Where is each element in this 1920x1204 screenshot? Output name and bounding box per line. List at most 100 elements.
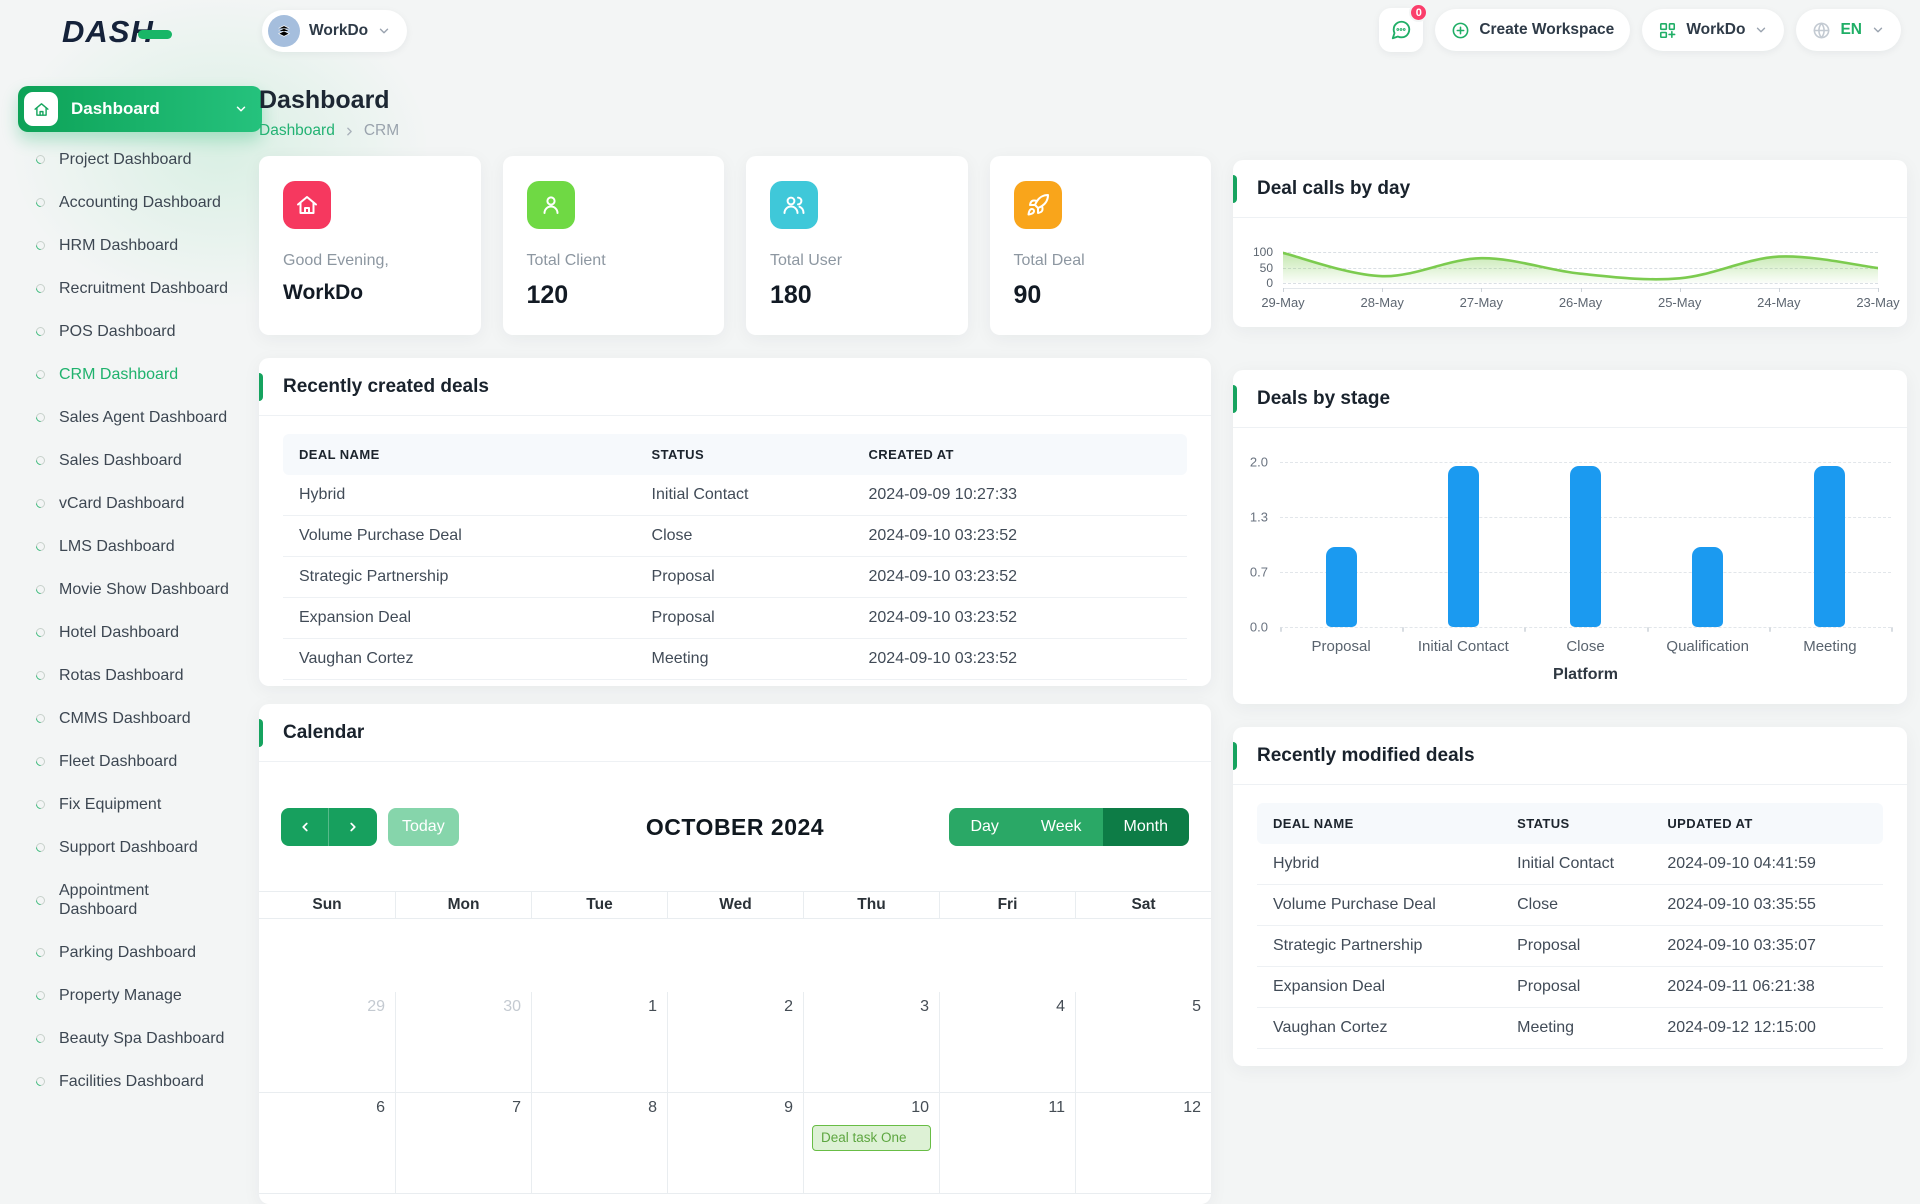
sidebar-item-sales-dashboard[interactable]: Sales Dashboard — [18, 439, 262, 482]
user-icon — [527, 181, 575, 229]
table-row: HybridInitial Contact2024-09-10 04:41:59 — [1257, 844, 1883, 885]
calendar-view-week[interactable]: Week — [1020, 808, 1103, 846]
sidebar-item-label: CMMS Dashboard — [59, 709, 191, 728]
globe-icon — [1812, 21, 1831, 40]
stat-card-greeting: Good Evening,WorkDo — [259, 156, 481, 335]
recently-created-deals-table: DEAL NAMESTATUSCREATED ATHybridInitial C… — [283, 434, 1187, 680]
calendar-day-4[interactable]: 4 — [939, 992, 1075, 1093]
language-selector[interactable]: EN — [1796, 9, 1901, 51]
calendar-day-9[interactable]: 9 — [667, 1093, 803, 1194]
table-cell: Hybrid — [283, 475, 636, 516]
gridline — [1280, 627, 1891, 628]
day-number: 29 — [269, 998, 385, 1016]
card-header: Deals by stage — [1233, 370, 1907, 428]
calendar-day-2[interactable]: 2 — [667, 992, 803, 1093]
bullet-icon — [34, 1075, 47, 1088]
calendar-event[interactable]: Deal task One — [812, 1125, 931, 1151]
card-accent-bar — [1233, 385, 1237, 413]
messages-button[interactable]: 0 — [1379, 8, 1423, 52]
axis-tick — [1878, 288, 1879, 292]
calendar-day-3[interactable]: 3 — [803, 992, 939, 1093]
sidebar-header-label: Dashboard — [71, 99, 160, 119]
sidebar-item-movie-show-dashboard[interactable]: Movie Show Dashboard — [18, 568, 262, 611]
home-icon — [24, 92, 58, 126]
topbar-actions: 0 Create Workspace WorkDo EN — [1379, 8, 1901, 52]
card-header: Deal calls by day — [1233, 160, 1907, 218]
sidebar-item-crm-dashboard[interactable]: CRM Dashboard — [18, 353, 262, 396]
table-cell: Initial Contact — [1501, 844, 1651, 885]
breadcrumb-root-link[interactable]: Dashboard — [259, 122, 335, 140]
column-header: DEAL NAME — [283, 434, 636, 475]
workspace-selector[interactable]: WorkDo — [262, 10, 407, 52]
weekday-header: Mon — [395, 891, 531, 919]
sidebar-item-cmms-dashboard[interactable]: CMMS Dashboard — [18, 697, 262, 740]
x-axis-label: 28-May — [1360, 295, 1403, 310]
day-number: 4 — [950, 998, 1065, 1016]
day-number: 11 — [950, 1099, 1065, 1117]
bullet-icon — [34, 712, 47, 725]
sidebar-item-fleet-dashboard[interactable]: Fleet Dashboard — [18, 740, 262, 783]
sidebar-item-hotel-dashboard[interactable]: Hotel Dashboard — [18, 611, 262, 654]
sidebar-item-project-dashboard[interactable]: Project Dashboard — [18, 138, 262, 181]
sidebar-item-rotas-dashboard[interactable]: Rotas Dashboard — [18, 654, 262, 697]
sidebar-item-support-dashboard[interactable]: Support Dashboard — [18, 826, 262, 869]
y-axis-label: 1.3 — [1250, 510, 1268, 525]
app-logo[interactable]: DASH — [62, 14, 172, 50]
calendar-day-11[interactable]: 11 — [939, 1093, 1075, 1194]
sidebar-item-beauty-spa-dashboard[interactable]: Beauty Spa Dashboard — [18, 1017, 262, 1060]
calendar-view-day[interactable]: Day — [949, 808, 1019, 846]
topbar: DASH WorkDo 0 Create Workspace — [0, 0, 1920, 62]
sidebar-item-vcard-dashboard[interactable]: vCard Dashboard — [18, 482, 262, 525]
bullet-icon — [34, 1032, 47, 1045]
stat-cards-row: Good Evening,WorkDoTotal Client120Total … — [259, 156, 1211, 327]
bullet-icon — [34, 540, 47, 553]
calendar-day-30[interactable]: 30 — [395, 992, 531, 1093]
calendar-day-10[interactable]: 10Deal task One — [803, 1093, 939, 1194]
chevron-down-icon — [377, 24, 391, 38]
sidebar-item-lms-dashboard[interactable]: LMS Dashboard — [18, 525, 262, 568]
sidebar-item-label: Movie Show Dashboard — [59, 580, 229, 599]
sidebar-item-facilities-dashboard[interactable]: Facilities Dashboard — [18, 1060, 262, 1103]
table-cell: Meeting — [636, 639, 853, 680]
card-header: Recently modified deals — [1233, 727, 1907, 785]
card-title: Deal calls by day — [1257, 178, 1410, 200]
table-cell: 2024-09-11 06:21:38 — [1651, 967, 1883, 1008]
calendar-day-29[interactable]: 29 — [259, 992, 395, 1093]
sidebar-item-appointment-dashboard[interactable]: Appointment Dashboard — [18, 869, 262, 931]
sidebar-item-property-manage[interactable]: Property Manage — [18, 974, 262, 1017]
sidebar-item-pos-dashboard[interactable]: POS Dashboard — [18, 310, 262, 353]
sidebar-item-recruitment-dashboard[interactable]: Recruitment Dashboard — [18, 267, 262, 310]
sidebar-item-parking-dashboard[interactable]: Parking Dashboard — [18, 931, 262, 974]
company-menu-button[interactable]: WorkDo — [1642, 9, 1784, 51]
sidebar-item-sales-agent-dashboard[interactable]: Sales Agent Dashboard — [18, 396, 262, 439]
sidebar-item-label: Fix Equipment — [59, 795, 161, 814]
calendar-day-12[interactable]: 12 — [1075, 1093, 1211, 1194]
sidebar-dashboard-toggle[interactable]: Dashboard — [18, 86, 262, 132]
x-axis-label: Proposal — [1311, 638, 1370, 655]
sidebar: Dashboard Project DashboardAccounting Da… — [18, 86, 262, 1103]
bullet-icon — [34, 454, 47, 467]
sidebar-item-accounting-dashboard[interactable]: Accounting Dashboard — [18, 181, 262, 224]
calendar-day-1[interactable]: 1 — [531, 992, 667, 1093]
calendar-day-6[interactable]: 6 — [259, 1093, 395, 1194]
column-header: DEAL NAME — [1257, 803, 1501, 844]
calendar-day-8[interactable]: 8 — [531, 1093, 667, 1194]
table-cell: Vaughan Cortez — [1257, 1008, 1501, 1049]
bullet-icon — [34, 153, 47, 166]
calendar-day-5[interactable]: 5 — [1075, 992, 1211, 1093]
table-row: Strategic PartnershipProposal2024-09-10 … — [283, 557, 1187, 598]
language-label: EN — [1840, 21, 1862, 39]
sidebar-item-fix-equipment[interactable]: Fix Equipment — [18, 783, 262, 826]
day-number: 9 — [678, 1099, 793, 1117]
card-title: Deals by stage — [1257, 388, 1390, 410]
sidebar-item-hrm-dashboard[interactable]: HRM Dashboard — [18, 224, 262, 267]
table-cell: Volume Purchase Deal — [283, 516, 636, 557]
calendar-view-month[interactable]: Month — [1103, 808, 1189, 846]
sidebar-item-label: Sales Agent Dashboard — [59, 408, 227, 427]
table-row: Volume Purchase DealClose2024-09-10 03:2… — [283, 516, 1187, 557]
breadcrumb-current: CRM — [364, 122, 399, 140]
create-workspace-button[interactable]: Create Workspace — [1435, 9, 1630, 51]
stat-value: 180 — [770, 281, 944, 310]
table-cell: Vaughan Cortez — [283, 639, 636, 680]
calendar-day-7[interactable]: 7 — [395, 1093, 531, 1194]
